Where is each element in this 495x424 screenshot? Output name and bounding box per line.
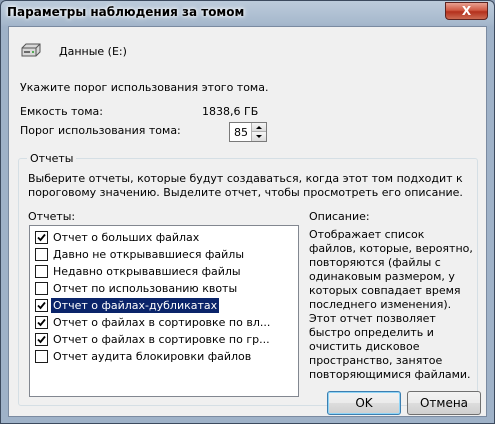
report-item-label: Отчет о файлах-дубликатах [51, 298, 220, 313]
report-list-item[interactable]: Отчет о больших файлах [32, 229, 247, 246]
report-checkbox[interactable] [35, 350, 48, 363]
checkmark-icon [37, 301, 46, 310]
capacity-value: 1838,6 ГБ [202, 105, 259, 118]
reports-list-label: Отчеты: [28, 210, 76, 223]
cancel-button[interactable]: Отмена [407, 391, 481, 415]
report-item-label: Отчет аудита блокировки файлов [53, 350, 252, 363]
report-list-item[interactable]: Давно не открывавшиеся файлы [32, 246, 247, 263]
report-item-label: Отчет о файлах в сортировке по гр... [53, 333, 270, 346]
report-list-item[interactable]: Отчет о файлах в сортировке по вл... [32, 314, 270, 331]
checkmark-icon [37, 335, 46, 344]
report-checkbox[interactable] [35, 299, 48, 312]
dialog-client-area: Данные (E:) Укажите порог использования … [8, 26, 487, 417]
reports-listbox[interactable]: Отчет о больших файлах Давно не открывавш… [29, 225, 299, 397]
report-item-label: Отчет о больших файлах [53, 231, 200, 244]
threshold-value[interactable]: 85 [234, 126, 248, 139]
report-checkbox[interactable] [35, 248, 48, 261]
report-checkbox[interactable] [35, 282, 48, 295]
ok-button[interactable]: OK [327, 391, 401, 415]
window-title: Параметры наблюдения за томом [7, 5, 245, 19]
report-item-label: Недавно открывавшиеся файлы [53, 265, 241, 278]
title-bar[interactable]: Параметры наблюдения за томом X [1, 1, 494, 25]
report-checkbox[interactable] [35, 333, 48, 346]
threshold-prompt: Укажите порог использования этого тома. [20, 81, 269, 94]
report-item-label: Отчет по использованию квоты [53, 282, 238, 295]
arrow-up-icon [256, 125, 262, 129]
arrow-down-icon [256, 135, 262, 138]
report-list-item[interactable]: Отчет о файлах в сортировке по гр... [32, 331, 270, 348]
report-item-label: Отчет о файлах в сортировке по вл... [53, 316, 271, 329]
threshold-stepper[interactable]: 85 [229, 122, 267, 142]
threshold-label: Порог использования тома: [20, 124, 181, 137]
reports-group-title: Отчеты [27, 152, 77, 165]
report-checkbox[interactable] [35, 231, 48, 244]
close-button[interactable]: X [445, 2, 488, 20]
stepper-up-button[interactable] [252, 123, 266, 132]
report-list-item[interactable]: Недавно открывавшиеся файлы [32, 263, 247, 280]
capacity-label: Емкость тома: [20, 105, 103, 118]
report-list-item[interactable]: Отчет о файлах-дубликатах [32, 297, 247, 314]
report-list-item[interactable]: Отчет по использованию квоты [32, 280, 247, 297]
report-list-item[interactable]: Отчет аудита блокировки файлов [32, 348, 251, 365]
volume-name: Данные (E:) [59, 45, 127, 58]
reports-instructions: Выберите отчеты, которые будут создавать… [28, 172, 463, 199]
hard-drive-icon [21, 43, 41, 57]
checkmark-icon [37, 318, 46, 327]
report-checkbox[interactable] [35, 316, 48, 329]
description-label: Описание: [309, 210, 370, 223]
report-item-label: Давно не открывавшиеся файлы [53, 248, 245, 261]
report-description: Отображает список файлов, которые, вероя… [309, 228, 473, 381]
report-checkbox[interactable] [35, 265, 48, 278]
dialog-window: Параметры наблюдения за томом X Данные (… [0, 0, 495, 424]
checkmark-icon [37, 233, 46, 242]
stepper-down-button[interactable] [252, 132, 266, 141]
